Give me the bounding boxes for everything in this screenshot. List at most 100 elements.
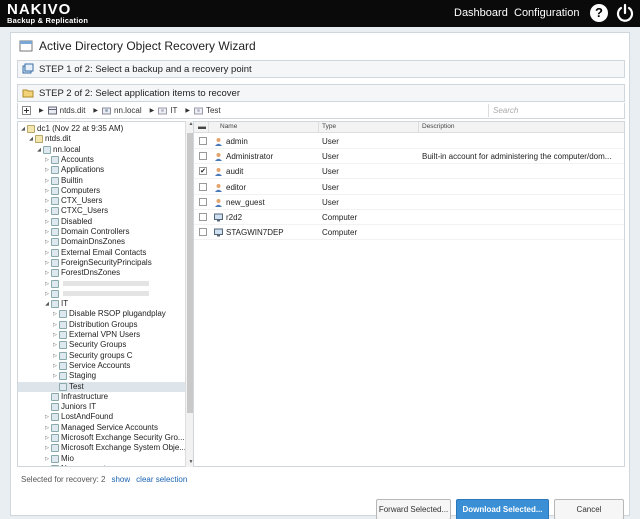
nav-dashboard[interactable]: Dashboard (454, 7, 508, 19)
expand-icon[interactable]: ▷ (44, 217, 50, 227)
row-checkbox[interactable] (199, 182, 207, 191)
expand-icon[interactable]: ▷ (44, 155, 50, 165)
tree-node[interactable]: ▷ Disabled (18, 217, 186, 227)
expand-icon[interactable]: ▷ (44, 258, 50, 268)
help-icon[interactable]: ? (590, 4, 608, 22)
expand-icon[interactable]: ▷ (44, 279, 50, 289)
table-row[interactable]: r2d2 Computer (194, 210, 624, 225)
table-row[interactable]: Administrator User Built-in account for ad… (194, 149, 624, 165)
tree-node[interactable]: ▷ External VPN Users (18, 330, 186, 340)
tree-node-redacted[interactable]: ▷ (18, 289, 186, 299)
expand-icon[interactable]: ▷ (44, 454, 50, 464)
expand-icon[interactable]: ◢ (20, 124, 26, 134)
download-selected-button[interactable]: Download Selected... (456, 499, 549, 519)
tree-node[interactable]: ▷ Service Accounts (18, 361, 186, 371)
expand-icon[interactable]: ▷ (44, 206, 50, 216)
tree-node[interactable]: Infrastructure (18, 392, 186, 402)
tree-node[interactable]: ▷ Accounts (18, 155, 186, 165)
expand-icon[interactable]: ▷ (44, 443, 50, 453)
step2-header[interactable]: STEP 2 of 2: Select application items to… (17, 84, 625, 102)
tree-node[interactable]: ▷ CTXC_Users (18, 206, 186, 216)
tree-node[interactable]: ▷ Staging (18, 371, 186, 381)
tree-node-it[interactable]: ◢ IT (18, 299, 186, 309)
expand-icon[interactable]: ▷ (44, 196, 50, 206)
power-icon[interactable] (615, 3, 635, 23)
expand-icon[interactable]: ▷ (52, 330, 58, 340)
column-name[interactable]: Name (220, 123, 237, 130)
tree-node[interactable]: ▷ Builtin (18, 176, 186, 186)
expand-icon[interactable]: ▷ (44, 433, 50, 443)
row-checkbox[interactable]: ✔ (199, 167, 207, 176)
breadcrumb-domain[interactable]: nn.local (102, 106, 142, 115)
tree-node[interactable]: ▷ Domain Controllers (18, 227, 186, 237)
tree-node[interactable]: Juniors IT (18, 402, 186, 412)
tree-node[interactable]: ▷ Security groups C (18, 351, 186, 361)
tree-node[interactable]: ▷ Security Groups (18, 340, 186, 350)
tree-node[interactable]: ▷ CTX_Users (18, 196, 186, 206)
tree-node[interactable]: ▷ Microsoft Exchange Security Gro... (18, 433, 186, 443)
row-checkbox[interactable] (199, 213, 207, 221)
tree-node[interactable]: ▷ New computers (18, 464, 186, 467)
expand-icon[interactable]: ▷ (52, 351, 58, 361)
row-checkbox[interactable] (199, 137, 207, 145)
tree-node[interactable]: ▷ External Email Contacts (18, 248, 186, 258)
expand-icon[interactable]: ▷ (44, 227, 50, 237)
tree-node[interactable]: ▷ ForeignSecurityPrincipals (18, 258, 186, 268)
tree-node[interactable]: ▷ ForestDnsZones (18, 268, 186, 278)
show-link[interactable]: show (111, 475, 130, 484)
step1-header[interactable]: STEP 1 of 2: Select a backup and a recov… (17, 60, 625, 78)
nav-configuration[interactable]: Configuration (514, 7, 579, 19)
tree-node[interactable]: ▷ Disable RSOP plugandplay (18, 309, 186, 319)
tree-node[interactable]: ▷ Distribution Groups (18, 320, 186, 330)
expand-icon[interactable]: ▷ (44, 464, 50, 467)
tree-toggle-icon[interactable] (22, 106, 31, 115)
expand-icon[interactable]: ◢ (28, 134, 34, 144)
expand-icon[interactable]: ▷ (44, 237, 50, 247)
breadcrumb-ntds[interactable]: ntds.dit (47, 106, 85, 115)
expand-icon[interactable]: ◢ (44, 299, 50, 309)
forward-selected-button[interactable]: Forward Selected... (376, 499, 451, 519)
table-row[interactable]: admin User (194, 134, 624, 149)
search-input[interactable]: Search (488, 104, 625, 117)
column-type[interactable]: Type (322, 123, 336, 130)
tree-node[interactable]: ▷ DomainDnsZones (18, 237, 186, 247)
table-row[interactable]: editor User (194, 180, 624, 195)
expand-icon[interactable]: ▷ (44, 289, 50, 299)
expand-icon[interactable]: ◢ (36, 145, 42, 155)
expand-icon[interactable]: ▷ (52, 361, 58, 371)
row-checkbox[interactable] (199, 228, 207, 237)
tree-node[interactable]: ▷ Applications (18, 165, 186, 175)
expand-icon[interactable]: ▷ (44, 412, 50, 422)
table-row[interactable]: new_guest User (194, 195, 624, 210)
expand-icon[interactable]: ▷ (44, 248, 50, 258)
expand-icon[interactable]: ▷ (52, 309, 58, 319)
expand-icon[interactable]: ▷ (52, 320, 58, 330)
tree-node[interactable]: ▷ Computers (18, 186, 186, 196)
tree-node[interactable]: ▷ LostAndFound (18, 412, 186, 422)
tree-domain[interactable]: ◢ nn.local (18, 145, 186, 155)
breadcrumb-it[interactable]: IT (158, 106, 177, 115)
expand-icon[interactable]: ▷ (52, 340, 58, 350)
tree-node-redacted[interactable]: ▷ (18, 279, 186, 289)
tree-db[interactable]: ◢ ntds.dit (18, 134, 186, 144)
column-description[interactable]: Description (422, 123, 455, 130)
expand-icon[interactable]: ▷ (44, 423, 50, 433)
expand-icon[interactable]: ▷ (52, 371, 58, 381)
cancel-button[interactable]: Cancel (554, 499, 624, 519)
tree-node[interactable]: ▷ Mio (18, 454, 186, 464)
table-row[interactable]: ✔ audit User (194, 164, 624, 180)
tree-root[interactable]: ◢ dc1 (Nov 22 at 9:35 AM) (18, 124, 186, 134)
breadcrumb-test[interactable]: Test (193, 106, 221, 115)
row-checkbox[interactable] (199, 197, 207, 206)
expand-icon[interactable]: ▷ (44, 176, 50, 186)
select-all-checkbox[interactable]: ▬ (198, 122, 206, 131)
row-checkbox[interactable] (199, 152, 207, 161)
tree-node[interactable]: ▷ Microsoft Exchange System Obje... (18, 443, 186, 453)
tree-node-test[interactable]: Test (18, 381, 186, 392)
expand-icon[interactable]: ▷ (44, 268, 50, 278)
tree-node[interactable]: ▷ Managed Service Accounts (18, 423, 186, 433)
clear-selection-link[interactable]: clear selection (136, 475, 187, 484)
table-row[interactable]: STAGWIN7DEP Computer (194, 225, 624, 241)
expand-icon[interactable]: ▷ (44, 165, 50, 175)
expand-icon[interactable]: ▷ (44, 186, 50, 196)
